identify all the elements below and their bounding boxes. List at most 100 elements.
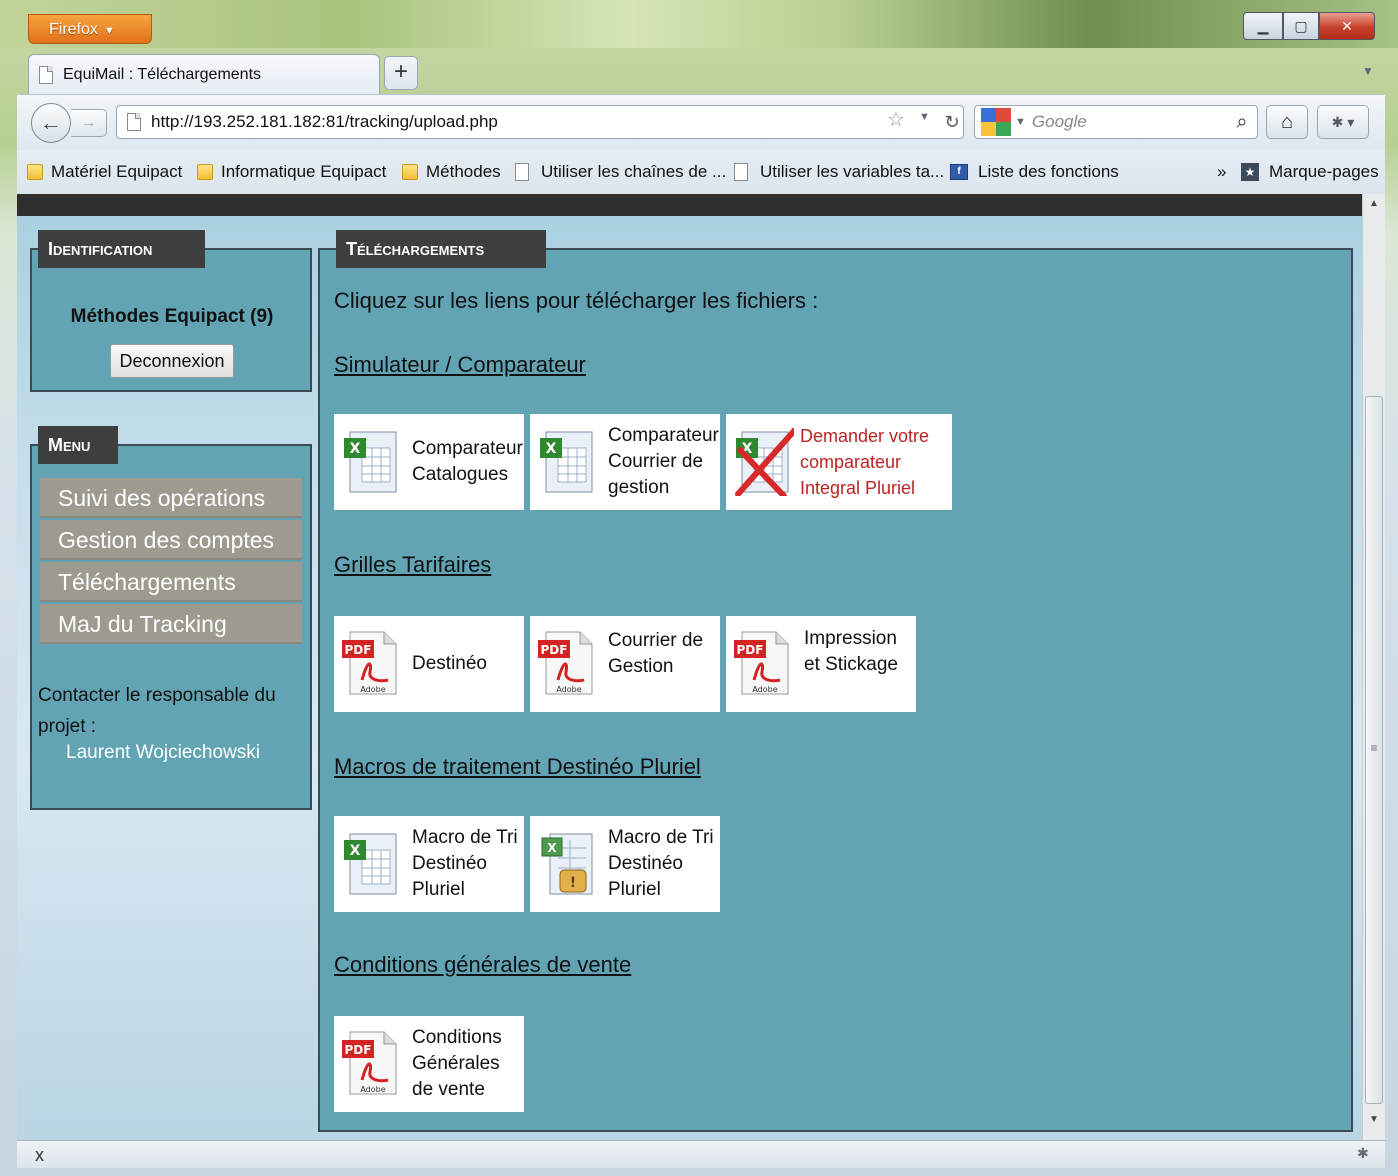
bookmarks-overflow-button[interactable]: » [1217, 150, 1226, 194]
home-button[interactable]: ⌂ [1266, 105, 1308, 139]
file-macro-tri-2[interactable]: X ! Macro de Tri Destinéo Pluriel [530, 816, 720, 912]
menu-title-text: Menu [48, 435, 91, 455]
forward-button[interactable]: → [71, 109, 107, 137]
file-integral-pluriel[interactable]: X Demander votre comparateur Integral Pl… [726, 414, 952, 510]
back-button[interactable]: ← [31, 103, 71, 143]
menu-item-comptes[interactable]: Gestion des comptes [40, 520, 302, 560]
search-input[interactable]: Google [1032, 112, 1227, 132]
svg-text:PDF: PDF [345, 1043, 372, 1057]
svg-text:PDF: PDF [737, 643, 764, 657]
bookmark-star-icon[interactable]: ☆ [887, 107, 905, 132]
pdf-file-icon: PDF Adobe [342, 631, 397, 695]
user-name: Méthodes Equipact (9) [70, 306, 274, 327]
logout-button[interactable]: Deconnexion [110, 344, 234, 378]
search-engine-chevron-icon[interactable]: ▼ [1015, 116, 1026, 128]
reload-button[interactable]: ↻ [939, 107, 965, 137]
firefox-menu-label: Firefox [49, 21, 98, 38]
url-text: http://193.252.181.182:81/tracking/uploa… [151, 112, 498, 131]
file-label: Macro de Tri Destinéo Pluriel [608, 827, 714, 900]
bookmark-fonctions[interactable]: f Liste des fonctions [950, 150, 1119, 194]
firefox-menu-button[interactable]: Firefox ▼ [28, 14, 152, 44]
excel-file-icon: X [344, 431, 397, 493]
file-cgv[interactable]: PDF Adobe Conditions Générales de vente [334, 1016, 524, 1112]
page-icon [127, 113, 141, 131]
svg-text:PDF: PDF [541, 643, 568, 657]
svg-text:X: X [546, 441, 557, 457]
vertical-scrollbar[interactable]: ▲ ≡ ▼ [1362, 194, 1385, 1140]
identification-title: Identification [38, 230, 205, 268]
file-label: Comparateur Catalogues [412, 438, 523, 485]
bookmark-informatique[interactable]: Informatique Equipact [197, 150, 386, 194]
url-bar[interactable]: http://193.252.181.182:81/tracking/uploa… [116, 105, 964, 139]
bookmarks-toolbar: Matériel Equipact Informatique Equipact … [17, 150, 1385, 194]
tab-title: EquiMail : Téléchargements [63, 65, 262, 83]
excel-macro-file-icon: X ! [541, 833, 593, 895]
menu-item-tracking[interactable]: MaJ du Tracking [40, 604, 302, 644]
addon-button[interactable]: ✱ ▾ [1317, 105, 1369, 139]
tab-list-chevron-icon[interactable]: ▼ [1362, 64, 1374, 78]
pdf-file-icon: PDF Adobe [342, 1031, 397, 1095]
file-macro-tri-1[interactable]: X Macro de Tri Destinéo Pluriel [334, 816, 524, 912]
function-list-icon: f [950, 164, 968, 180]
close-addon-bar-button[interactable]: x [35, 1145, 44, 1166]
minimize-button[interactable]: ▁ [1243, 12, 1283, 40]
file-label: Demander votre comparateur Integral Plur… [800, 426, 930, 498]
bookmarks-menu-label: Marque-pages [1269, 162, 1379, 181]
pdf-file-icon: PDF Adobe [538, 631, 593, 695]
svg-text:X: X [547, 841, 557, 855]
tab-equimail[interactable]: EquiMail : Téléchargements [28, 54, 380, 94]
downloads-panel: Cliquez sur les liens pour télécharger l… [318, 248, 1353, 1132]
file-label: Conditions Générales de vente [412, 1027, 502, 1100]
section-cgv[interactable]: Conditions générales de vente [334, 952, 631, 978]
page-icon [734, 163, 748, 181]
menu-item-telechargements[interactable]: Téléchargements [40, 562, 302, 602]
window-controls: ▁ ▢ ✕ [1243, 12, 1375, 42]
bookmark-materiel[interactable]: Matériel Equipact [27, 150, 182, 194]
page-top-bar [17, 194, 1362, 216]
search-bar[interactable]: ▼ Google ⌕ [974, 105, 1258, 139]
bookmark-methodes[interactable]: Méthodes [402, 150, 501, 194]
contact-link[interactable]: Laurent Wojciechowski [66, 742, 260, 764]
file-courrier-gestion[interactable]: PDF Adobe Courrier de Gestion [530, 616, 720, 712]
scroll-down-arrow-icon[interactable]: ▼ [1363, 1114, 1385, 1130]
bookmark-label: Utiliser les variables ta... [760, 162, 945, 181]
status-bar: x ✱ [17, 1140, 1385, 1168]
bookmarks-menu-button[interactable]: ★ Marque-pages [1241, 150, 1379, 194]
maximize-button[interactable]: ▢ [1283, 12, 1319, 40]
bookmark-variables[interactable]: Utiliser les variables ta... [734, 150, 944, 194]
scroll-thumb[interactable]: ≡ [1365, 396, 1383, 1104]
url-history-chevron-icon[interactable]: ▼ [919, 111, 930, 123]
section-grilles[interactable]: Grilles Tarifaires [334, 552, 491, 578]
file-label: Impression et Stickage [804, 628, 898, 675]
addon-icon[interactable]: ✱ [1357, 1145, 1369, 1162]
close-window-button[interactable]: ✕ [1319, 12, 1375, 40]
file-impression-stickage[interactable]: PDF Adobe Impression et Stickage [726, 616, 916, 712]
file-destineo[interactable]: PDF Adobe Destinéo [334, 616, 524, 712]
new-tab-button[interactable]: + [384, 56, 418, 90]
bookmark-chaines[interactable]: Utiliser les chaînes de ... [515, 150, 726, 194]
bookmarks-star-icon: ★ [1241, 163, 1259, 181]
svg-text:X: X [350, 843, 361, 859]
menu-item-suivi[interactable]: Suivi des opérations [40, 478, 302, 518]
bookmark-label: Informatique Equipact [221, 162, 387, 181]
page-content: Méthodes Equipact (9) Deconnexion Identi… [17, 194, 1362, 1140]
file-label: Macro de Tri Destinéo Pluriel [412, 827, 518, 900]
chevron-down-icon: ▼ [103, 25, 115, 37]
section-simulateur[interactable]: Simulateur / Comparateur [334, 352, 586, 378]
search-icon[interactable]: ⌕ [1227, 111, 1257, 134]
file-comparateur-courrier[interactable]: X Comparateur Courrier de gestion [530, 414, 720, 510]
excel-file-icon: X [540, 431, 593, 493]
menu-panel: Suivi des opérations Gestion des comptes… [30, 444, 312, 810]
svg-text:X: X [350, 441, 361, 457]
svg-text:PDF: PDF [345, 643, 372, 657]
scroll-up-arrow-icon[interactable]: ▲ [1363, 198, 1385, 214]
page-icon [515, 163, 529, 181]
downloads-intro: Cliquez sur les liens pour télécharger l… [334, 288, 819, 313]
svg-text:Adobe: Adobe [752, 685, 777, 694]
excel-file-crossed-icon: X [735, 428, 794, 496]
bookmark-label: Matériel Equipact [51, 162, 183, 181]
file-comparateur-catalogues[interactable]: X Comparateur Catalogues [334, 414, 524, 510]
section-macros[interactable]: Macros de traitement Destinéo Pluriel [334, 754, 701, 780]
pdf-file-icon: PDF Adobe [734, 631, 789, 695]
bookmark-label: Liste des fonctions [978, 162, 1119, 181]
